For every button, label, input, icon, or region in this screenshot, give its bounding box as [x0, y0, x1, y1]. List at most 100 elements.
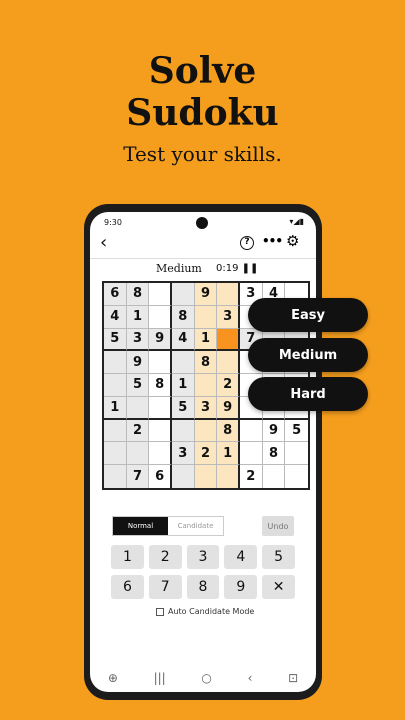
- grid-cell[interactable]: 9: [149, 328, 172, 352]
- grid-cell[interactable]: 9: [126, 351, 150, 375]
- recents-icon[interactable]: |||: [154, 671, 166, 685]
- grid-cell[interactable]: 3: [194, 396, 218, 420]
- grid-cell[interactable]: 9: [194, 283, 218, 306]
- grid-cell[interactable]: 1: [104, 396, 127, 420]
- grid-cell[interactable]: [285, 465, 308, 488]
- grid-cell[interactable]: 3: [217, 305, 240, 329]
- grid-cell[interactable]: [104, 419, 127, 443]
- grid-cell[interactable]: 8: [149, 374, 172, 397]
- grid-cell[interactable]: 8: [194, 351, 218, 375]
- screenshot-icon[interactable]: ⊡: [288, 671, 298, 685]
- grid-cell[interactable]: [126, 396, 150, 420]
- erase-key[interactable]: ✕: [262, 575, 295, 599]
- grid-cell[interactable]: [104, 374, 127, 397]
- camera-punch-hole: [196, 217, 208, 229]
- grid-cell[interactable]: 1: [217, 442, 240, 466]
- help-icon[interactable]: ?: [240, 236, 254, 250]
- difficulty-medium[interactable]: Medium: [248, 338, 368, 372]
- grid-cell[interactable]: 9: [217, 396, 240, 420]
- grid-cell[interactable]: [104, 351, 127, 375]
- grid-cell[interactable]: [104, 465, 127, 488]
- key-5[interactable]: 5: [262, 545, 295, 569]
- grid-cell[interactable]: 3: [171, 442, 195, 466]
- grid-cell[interactable]: [171, 283, 195, 306]
- grid-cell[interactable]: [194, 419, 218, 443]
- grid-cell[interactable]: 6: [104, 283, 127, 306]
- assistant-icon[interactable]: ⊕: [108, 671, 118, 685]
- key-1[interactable]: 1: [111, 545, 144, 569]
- grid-cell[interactable]: [239, 442, 263, 466]
- auto-candidate-row[interactable]: Auto Candidate Mode: [156, 607, 254, 616]
- grid-cell[interactable]: [171, 419, 195, 443]
- grid-cell[interactable]: 5: [126, 374, 150, 397]
- grid-cell[interactable]: 5: [171, 396, 195, 420]
- grid-cell[interactable]: 2: [240, 465, 263, 488]
- normal-mode-button[interactable]: Normal: [113, 517, 168, 535]
- difficulty-label[interactable]: Medium: [156, 262, 202, 275]
- nav-back-icon[interactable]: ‹: [248, 671, 253, 685]
- grid-cell[interactable]: 1: [194, 328, 218, 352]
- toolbar-divider: [90, 258, 316, 259]
- grid-cell[interactable]: [194, 465, 218, 488]
- grid-cell[interactable]: [194, 374, 218, 397]
- grid-cell[interactable]: [217, 351, 240, 375]
- auto-candidate-checkbox[interactable]: [156, 607, 164, 616]
- grid-cell[interactable]: [217, 465, 240, 488]
- grid-cell[interactable]: [104, 442, 127, 466]
- key-3[interactable]: 3: [186, 545, 220, 569]
- grid-cell[interactable]: [149, 396, 172, 420]
- grid-cell[interactable]: [217, 328, 240, 352]
- key-9[interactable]: 9: [224, 575, 258, 599]
- grid-cell[interactable]: [149, 305, 172, 329]
- grid-cell[interactable]: [239, 419, 263, 443]
- phone-frame: 9:30 ▾◢▮ ‹ ? ••• ⚙ Medium 0:19 ❚❚ 689344…: [84, 204, 322, 700]
- grid-cell[interactable]: [263, 465, 286, 488]
- timer[interactable]: 0:19 ❚❚: [216, 263, 258, 274]
- gear-icon[interactable]: ⚙: [286, 232, 299, 250]
- status-icons: ▾◢▮: [289, 217, 304, 226]
- more-icon[interactable]: •••: [262, 234, 283, 248]
- back-icon[interactable]: ‹: [100, 232, 107, 254]
- grid-cell[interactable]: 1: [126, 305, 150, 329]
- headline-line2: Sudoku: [126, 92, 279, 134]
- grid-cell[interactable]: 7: [126, 465, 150, 488]
- grid-cell[interactable]: 8: [217, 419, 240, 443]
- grid-cell[interactable]: 6: [149, 465, 172, 488]
- undo-button[interactable]: Undo: [262, 516, 294, 536]
- key-8[interactable]: 8: [186, 575, 220, 599]
- phone-screen: 9:30 ▾◢▮ ‹ ? ••• ⚙ Medium 0:19 ❚❚ 689344…: [90, 212, 316, 692]
- grid-cell[interactable]: 2: [194, 442, 218, 466]
- difficulty-hard[interactable]: Hard: [248, 377, 368, 411]
- promo-headline: Solve Sudoku: [0, 50, 405, 134]
- difficulty-easy[interactable]: Easy: [248, 298, 368, 332]
- key-2[interactable]: 2: [148, 545, 182, 569]
- grid-cell[interactable]: [149, 442, 172, 466]
- grid-cell[interactable]: 5: [104, 328, 127, 352]
- grid-cell[interactable]: [149, 419, 172, 443]
- grid-cell[interactable]: 8: [171, 305, 195, 329]
- grid-cell[interactable]: [217, 283, 240, 306]
- candidate-mode-button[interactable]: Candidate: [168, 517, 223, 535]
- key-4[interactable]: 4: [224, 545, 258, 569]
- grid-cell[interactable]: 8: [262, 442, 286, 466]
- grid-cell[interactable]: [285, 442, 308, 466]
- grid-cell[interactable]: 8: [126, 283, 150, 306]
- home-icon[interactable]: ○: [201, 671, 211, 685]
- grid-cell[interactable]: [149, 351, 172, 375]
- grid-cell[interactable]: [171, 465, 195, 488]
- grid-cell[interactable]: 5: [285, 420, 308, 443]
- grid-cell[interactable]: 3: [126, 328, 150, 352]
- number-keypad: 1 2 3 4 5 6 7 8 9 ✕: [111, 545, 295, 599]
- grid-cell[interactable]: 4: [104, 305, 127, 329]
- key-7[interactable]: 7: [148, 575, 182, 599]
- key-6[interactable]: 6: [111, 575, 144, 599]
- grid-cell[interactable]: 1: [171, 374, 195, 397]
- grid-cell[interactable]: 4: [171, 328, 195, 352]
- grid-cell[interactable]: 2: [126, 419, 150, 443]
- grid-cell[interactable]: [171, 351, 195, 375]
- grid-cell[interactable]: [194, 305, 218, 329]
- grid-cell[interactable]: [126, 442, 150, 466]
- grid-cell[interactable]: 2: [217, 374, 240, 397]
- grid-cell[interactable]: [149, 283, 172, 306]
- grid-cell[interactable]: 9: [262, 419, 286, 443]
